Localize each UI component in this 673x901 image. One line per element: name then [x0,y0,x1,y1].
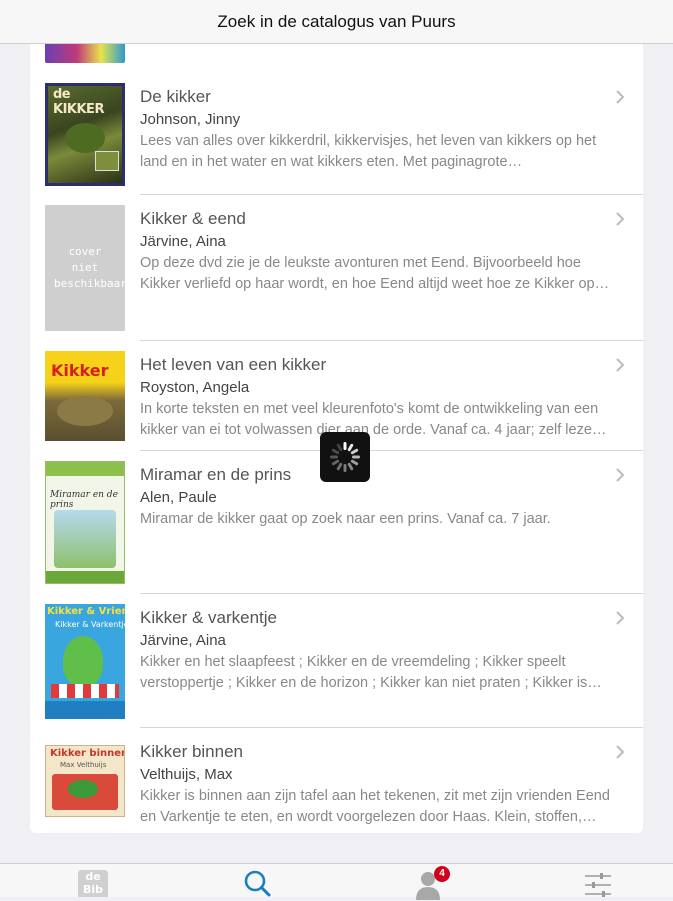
list-item[interactable]: Kikker binnen Max Velthuijs Kikker binne… [30,738,643,833]
item-title: Miramar en de prins [140,465,292,484]
chevron-right-icon [616,358,625,372]
item-title: De kikker [140,87,211,106]
item-description: Miramar de kikker gaat op zoek naar een … [140,511,551,527]
cover-subtitle: Kikker & Varkentje [55,620,125,629]
library-logo-icon: de Bib [78,870,108,897]
book-cover[interactable]: Miramar en de prins [45,461,125,584]
item-description: Op deze dvd zie je de leukste avonturen … [140,255,595,292]
cover-title: Kikker & Vriendjes [47,606,125,617]
spinner-icon [330,442,360,472]
book-cover-placeholder[interactable]: cover niet beschikbaar [45,205,125,331]
page-title: Zoek in de catalogus van Puurs [217,11,456,31]
book-cover[interactable]: Kikker binnen Max Velthuijs [45,745,125,817]
previous-item-cover[interactable] [45,44,125,63]
cover-title: Kikker [51,361,109,380]
tab-library[interactable]: de Bib [60,864,126,897]
book-cover[interactable]: Kikker & Vriendjes Kikker & Varkentje [45,604,125,719]
item-author: Royston, Angela [140,379,250,396]
chevron-right-icon [616,745,625,759]
divider [140,340,643,341]
tab-search[interactable] [225,864,291,897]
book-cover[interactable]: de KIKKER [45,83,125,186]
item-author: Järvine, Aina [140,233,226,250]
chevron-right-icon [616,90,625,104]
cover-subtitle: Max Velthuijs [60,761,107,769]
search-icon [244,870,271,897]
item-description: In korte teksten en met veel kleurenfoto… [140,401,600,438]
list-item[interactable]: Kikker & Vriendjes Kikker & Varkentje Ki… [30,604,643,728]
chevron-right-icon [616,611,625,625]
book-cover[interactable]: Kikker [45,351,125,441]
divider [140,727,643,728]
divider [140,194,643,195]
item-description: Kikker en het slaapfeest ; Kikker en de … [140,654,588,691]
item-author: Alen, Paule [140,489,217,506]
cover-title: de KIKKER [53,87,104,117]
sliders-icon [585,873,611,897]
cover-placeholder-text: cover niet beschikbaar [54,245,125,290]
item-author: Velthuijs, Max [140,766,233,783]
tab-profile[interactable]: 4 [395,864,461,900]
list-item[interactable]: cover niet beschikbaar Kikker & eend Jär… [30,205,643,341]
divider [140,593,643,594]
cover-title: Miramar en de prins [50,490,118,510]
item-title: Het leven van een kikker [140,355,327,374]
list-item[interactable]: de KIKKER De kikker Johnson, Jinny Lees … [30,83,643,195]
item-author: Järvine, Aina [140,632,226,649]
item-description: Kikker is binnen aan zijn tafel aan het … [140,788,610,825]
item-title: Kikker & varkentje [140,608,277,627]
nav-bar: Zoek in de catalogus van Puurs [0,0,673,44]
item-title: Kikker binnen [140,742,244,761]
tab-settings[interactable] [565,864,631,897]
cover-title: Kikker binnen [50,748,125,759]
notification-badge: 4 [434,866,450,882]
chevron-right-icon [616,468,625,482]
divider [140,450,643,451]
chevron-right-icon [616,212,625,226]
loading-spinner [320,432,370,482]
item-description: Lees van alles over kikkerdril, kikkervi… [140,133,597,170]
tab-bar: de Bib 4 [0,863,673,900]
item-author: Johnson, Jinny [140,111,241,128]
item-title: Kikker & eend [140,209,246,228]
